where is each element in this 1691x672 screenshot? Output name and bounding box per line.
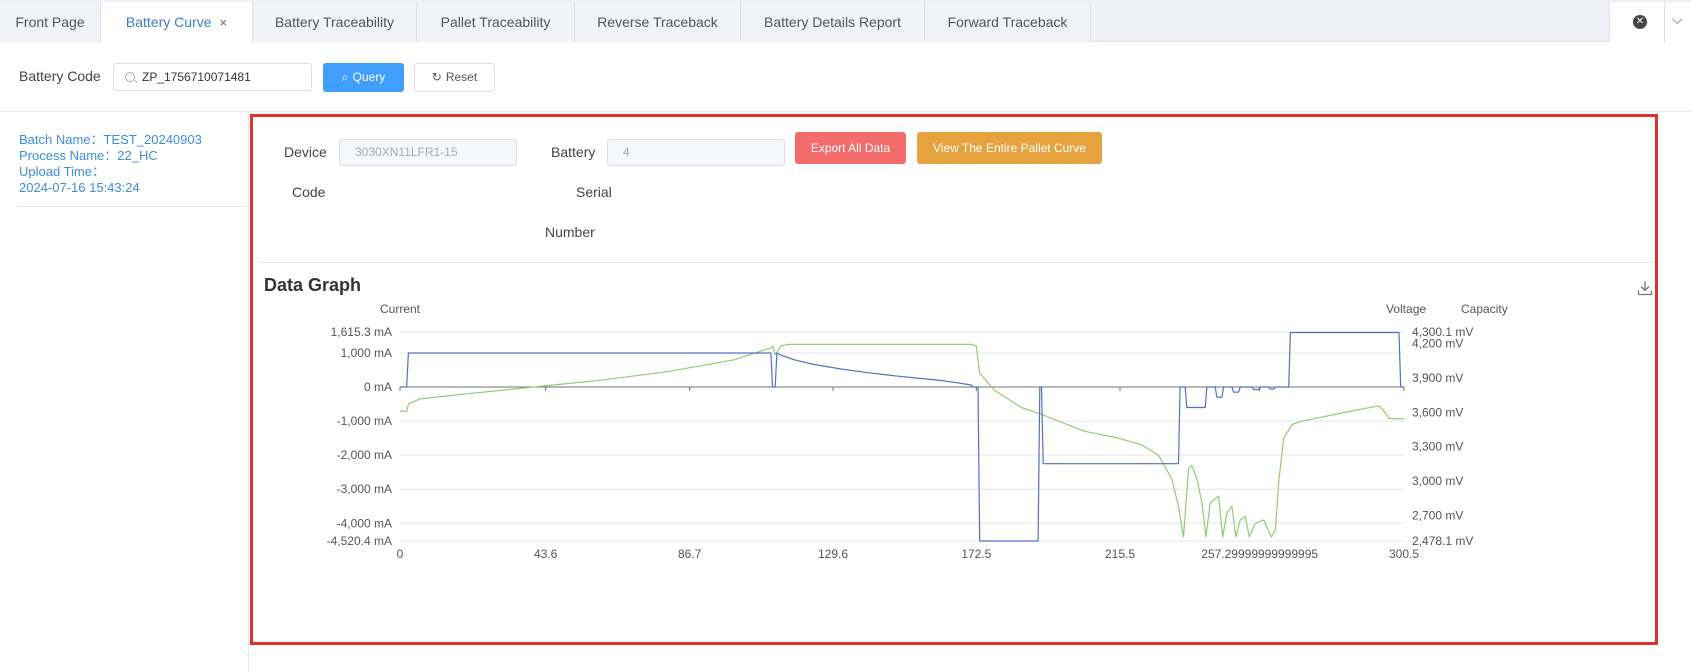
chevron-down-icon[interactable]: ⌵: [1672, 11, 1683, 28]
process-name-row: Process Name：22_HC: [19, 148, 202, 164]
query-button[interactable]: ⌕ Query: [323, 63, 404, 92]
query-button-label: Query: [352, 70, 386, 84]
batch-info[interactable]: Batch Name：TEST_20240903 Process Name：22…: [19, 132, 202, 196]
batch-name-value: TEST_20240903: [103, 132, 202, 147]
batch-sidebar: Batch Name：TEST_20240903 Process Name：22…: [0, 113, 249, 672]
batch-name-row: Batch Name：TEST_20240903: [19, 132, 202, 148]
close-icon[interactable]: ×: [220, 15, 228, 30]
close-all-tabs-icon[interactable]: ✕: [1633, 15, 1647, 29]
highlight-box: [250, 114, 1658, 645]
upload-time-value: 2024-07-16 15:43:24: [19, 180, 140, 195]
upload-time-label: Upload Time：: [19, 164, 105, 179]
process-name-label: Process Name：: [19, 148, 118, 163]
tab-battery-curve[interactable]: Battery Curve ×: [101, 2, 253, 43]
query-bar: Battery Code ⌕Query ↻Reset: [0, 42, 1691, 112]
tab-bar: Front Page Battery Curve × Battery Tracea…: [0, 0, 1691, 43]
tab-battery-traceability[interactable]: Battery Traceability: [253, 2, 417, 42]
tab-forward-traceback[interactable]: Forward Traceback: [925, 2, 1091, 42]
tab-label: Front Page: [15, 14, 85, 30]
tab-label: Battery Details Report: [764, 14, 901, 30]
tab-reverse-traceback[interactable]: Reverse Traceback: [575, 2, 741, 42]
tab-label: Battery Traceability: [274, 14, 395, 30]
tab-tools: ✕ ⌵: [1609, 2, 1691, 42]
process-name-value: 22_HC: [117, 148, 158, 163]
search-icon: [125, 72, 135, 82]
tab-label: Forward Traceback: [947, 14, 1068, 30]
refresh-icon: ↻: [431, 70, 442, 84]
battery-code-input-wrapper[interactable]: [113, 63, 312, 91]
tab-front-page[interactable]: Front Page: [0, 2, 101, 42]
battery-code-input[interactable]: [142, 64, 307, 90]
reset-button[interactable]: ↻ Reset: [414, 63, 495, 92]
battery-code-label: Battery Code: [19, 68, 101, 84]
tab-label: Battery Curve: [125, 14, 212, 30]
divider: [17, 206, 249, 207]
tab-battery-details-report[interactable]: Battery Details Report: [741, 2, 925, 42]
divider: [1664, 2, 1665, 42]
search-icon: ⌕: [341, 70, 349, 84]
tab-pallet-traceability[interactable]: Pallet Traceability: [417, 2, 575, 42]
batch-name-label: Batch Name：: [19, 132, 104, 147]
reset-button-label: Reset: [445, 70, 478, 84]
tab-label: Pallet Traceability: [440, 14, 551, 30]
tab-label: Reverse Traceback: [597, 14, 718, 30]
